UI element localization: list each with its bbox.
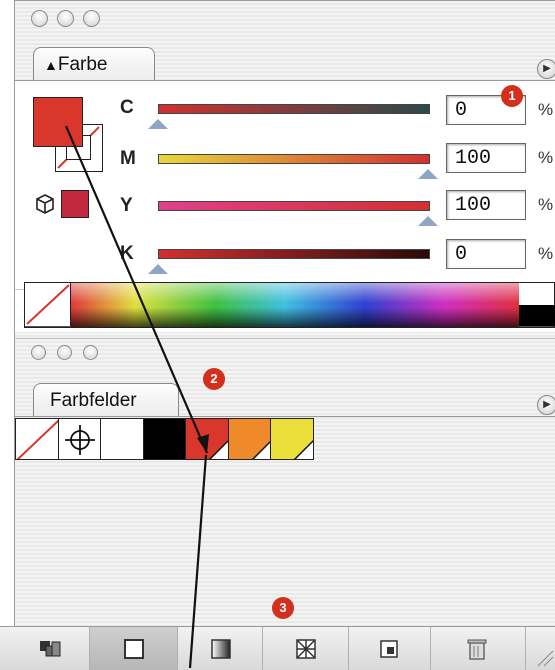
color-spectrum-bar[interactable] xyxy=(24,282,555,328)
slider-bar-y[interactable] xyxy=(158,201,430,211)
pct-m: % xyxy=(538,148,554,167)
tab-farbfelder-label: Farbfelder xyxy=(50,390,137,411)
slider-bar-m[interactable] xyxy=(158,154,430,164)
gamut-warning-swatch[interactable] xyxy=(61,190,89,218)
updown-arrows-icon: ▲︎ xyxy=(44,57,58,73)
none-color-box[interactable] xyxy=(25,283,71,326)
slider-thumb-k[interactable] xyxy=(148,264,168,274)
panel-menu-button[interactable]: ▶ xyxy=(537,59,555,79)
gradient-swatches-icon xyxy=(211,639,231,659)
pct-c: % xyxy=(538,100,554,119)
farbe-titlebar[interactable] xyxy=(15,1,555,37)
swatch-red[interactable] xyxy=(185,418,229,460)
close-button-2[interactable] xyxy=(31,345,46,360)
swatch-none[interactable] xyxy=(15,418,59,460)
zoom-button[interactable] xyxy=(83,10,100,27)
slider-thumb-m[interactable] xyxy=(418,169,438,179)
slider-bar-k[interactable] xyxy=(158,249,430,259)
slider-label-c: C xyxy=(120,97,134,118)
color-swatches-button[interactable] xyxy=(90,627,178,670)
black-box[interactable] xyxy=(519,305,555,326)
badge-2: 2 xyxy=(203,368,225,390)
slider-bar-c[interactable] xyxy=(158,104,430,114)
value-field-k[interactable]: 0 xyxy=(446,239,526,269)
farbfelder-titlebar[interactable] xyxy=(15,339,555,375)
farbfelder-window: Farbfelder ▶ xyxy=(14,338,555,670)
value-field-m[interactable]: 100 xyxy=(446,143,526,173)
slider-thumb-c[interactable] xyxy=(148,119,168,129)
tab-farbfelder[interactable]: Farbfelder xyxy=(33,383,179,417)
pattern-swatches-button[interactable] xyxy=(263,627,349,670)
panel-menu-button-2[interactable]: ▶ xyxy=(537,395,555,415)
color-swatches-icon xyxy=(124,639,144,659)
swatch-registration[interactable] xyxy=(57,418,102,460)
pct-y: % xyxy=(538,195,554,214)
swatch-black[interactable] xyxy=(142,418,187,460)
badge-1: 1 xyxy=(501,85,523,107)
value-field-y[interactable]: 100 xyxy=(446,190,526,220)
minimize-button-2[interactable] xyxy=(57,345,72,360)
swatch-list xyxy=(15,418,314,460)
delete-swatch-button[interactable] xyxy=(431,627,526,670)
tab-farbe[interactable]: ▲︎Farbe xyxy=(33,47,155,81)
pattern-swatches-icon xyxy=(296,639,316,659)
swatch-orange[interactable] xyxy=(227,418,272,460)
new-swatch-button[interactable] xyxy=(349,627,431,670)
new-swatch-icon xyxy=(380,640,398,658)
swatch-white[interactable] xyxy=(100,418,144,460)
out-of-gamut-cube-icon[interactable] xyxy=(34,193,56,215)
slider-thumb-y[interactable] xyxy=(418,216,438,226)
show-all-swatches-button[interactable] xyxy=(14,627,90,670)
swatch-toolbar xyxy=(0,626,555,670)
badge-3: 3 xyxy=(272,597,294,619)
show-all-swatches-icon xyxy=(40,641,61,657)
zoom-button-2[interactable] xyxy=(83,345,98,360)
trash-icon xyxy=(467,639,487,660)
gradient-swatches-button[interactable] xyxy=(178,627,263,670)
close-button[interactable] xyxy=(31,10,48,27)
slider-label-m: M xyxy=(120,148,136,169)
slider-label-k: K xyxy=(120,243,134,264)
tab-farbe-label: Farbe xyxy=(57,54,108,75)
pct-k: % xyxy=(538,244,554,263)
slider-label-y: Y xyxy=(120,195,133,216)
minimize-button[interactable] xyxy=(57,10,74,27)
swatch-yellow[interactable] xyxy=(270,418,314,460)
fill-swatch[interactable] xyxy=(33,97,83,147)
resize-grip-icon[interactable] xyxy=(534,647,554,667)
